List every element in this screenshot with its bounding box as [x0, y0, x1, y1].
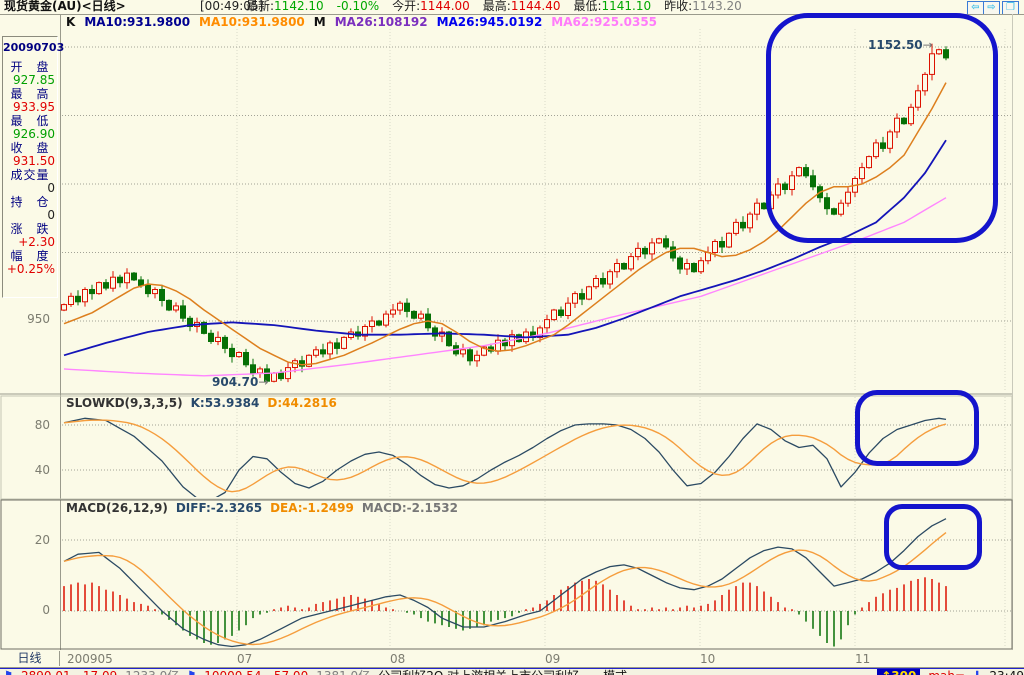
status-chip[interactable]: ↑300 [877, 669, 921, 675]
timeline-month-label: 11 [855, 652, 871, 666]
timeline-month-label: 09 [545, 652, 561, 666]
panel-title-item: D:44.2816 [267, 396, 337, 410]
panel-title-item: K:53.9384 [190, 396, 260, 410]
low-price-callout: 904.70→ [212, 375, 268, 389]
download-icon: ⬇ [973, 669, 981, 675]
timeline-month-label: 07 [237, 652, 253, 666]
index2-price[interactable]: 10000.54 [204, 669, 261, 675]
period-label: 日线 [0, 651, 60, 666]
annotation-ring-macd [884, 504, 982, 570]
high-price-callout: 1152.50→ [868, 38, 933, 52]
high-price-value: 1152.50 [868, 38, 923, 52]
panel-title-item: MACD:-2.1532 [361, 501, 458, 515]
panel-title-item: MACD(26,12,9) [66, 501, 168, 515]
status-clock: 23:49 [989, 669, 1024, 675]
arrow-right-icon: → [922, 38, 933, 52]
panel-title-item: SLOWKD(9,3,3,5) [66, 396, 183, 410]
news-ticker: 公司利好2Q 对上游相关上市公司利好……模式 [378, 669, 869, 675]
index2-volume: 1381.0亿 [316, 669, 370, 675]
timeline-month-label: 08 [390, 652, 406, 666]
macd-title-bar: MACD(26,12,9) DIFF:-2.3265 DEA:-1.2499 MACD… [66, 502, 466, 514]
index1-volume: 1233.0亿 [125, 669, 179, 675]
timeline-axis[interactable]: 日线 200905 07 08 09 10 11 [0, 650, 1024, 668]
index1-price[interactable]: 2890.01 [21, 669, 71, 675]
panel-title-item: DEA:-1.2499 [270, 501, 354, 515]
timeline-month-label: 200905 [67, 652, 113, 666]
status-bar: ⚑ 2890.01 -17.09 1233.0亿 ⚑ 10000.54 -57.… [0, 668, 1024, 675]
index2-change: -57.00 [270, 669, 309, 675]
low-price-value: 904.70 [212, 375, 259, 389]
annotation-ring-slowkd [855, 390, 979, 466]
index1-change: -17.09 [79, 669, 118, 675]
status-mode-text: mah= [928, 669, 965, 675]
index-flag-icon: ⚑ [4, 669, 13, 675]
panel-title-item: DIFF:-2.3265 [175, 501, 263, 515]
slowkd-title-bar: SLOWKD(9,3,3,5) K:53.9384 D:44.2816 [66, 397, 345, 409]
index-flag-icon: ⚑ [187, 669, 196, 675]
app-window: 现货黄金(AU)<日线> [00:49:05] 最新:1142.10 -0.10%… [0, 0, 1024, 675]
arrow-right-icon: → [258, 375, 269, 389]
timeline-month-label: 10 [700, 652, 716, 666]
